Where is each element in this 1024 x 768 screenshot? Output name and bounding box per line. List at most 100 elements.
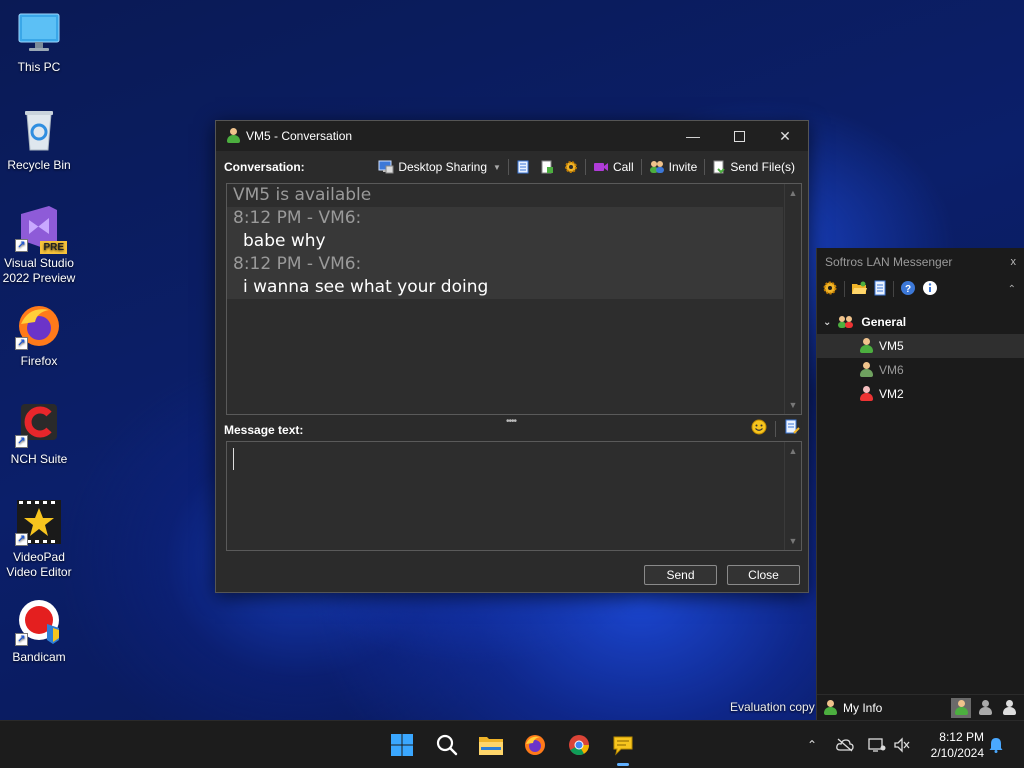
chrome-taskbar-button[interactable] (563, 729, 595, 761)
contact-vm5[interactable]: VM5 (817, 334, 1024, 358)
contact-vm6[interactable]: VM6 (817, 358, 1024, 382)
group-general[interactable]: ⌄ General (817, 310, 1024, 334)
desktop-icon-firefox[interactable]: ↗ Firefox (2, 302, 76, 369)
message-header: 8:12 PM - VM6: (233, 254, 362, 274)
chevron-up-icon[interactable]: ⌃ (1008, 284, 1016, 295)
status-online-button[interactable] (951, 697, 971, 718)
window-title: VM5 - Conversation (246, 129, 353, 143)
history-icon (517, 160, 529, 174)
close-window-button[interactable]: ✕ (762, 121, 808, 151)
open-folder-button[interactable] (851, 280, 867, 299)
visual-studio-icon: PRE ↗ (15, 204, 67, 254)
splitter-handle[interactable]: •••• (506, 416, 517, 427)
maximize-button[interactable] (716, 121, 762, 151)
away-user-icon (859, 362, 873, 378)
status-offline-button[interactable] (999, 698, 1019, 718)
search-button[interactable] (431, 729, 463, 761)
gear-icon (823, 281, 837, 294)
cloud-icon[interactable] (834, 735, 856, 755)
messenger-title: Softros LAN Messenger (825, 255, 953, 269)
group-icon (838, 316, 854, 328)
pre-badge: PRE (40, 241, 67, 254)
toolbar-separator (704, 159, 706, 175)
about-button[interactable] (922, 280, 938, 299)
conversation-history[interactable]: VM5 is available 8:12 PM - VM6: babe why… (226, 183, 802, 415)
messenger-toolbar: ? ⌃ (817, 276, 1024, 302)
shortcut-arrow-icon: ↗ (15, 633, 28, 646)
user-icon (226, 128, 240, 144)
toolbar-separator (584, 159, 586, 175)
settings-button[interactable] (822, 280, 838, 299)
desktop-icon-visual-studio[interactable]: PRE ↗ Visual Studio 2022 Preview (2, 204, 76, 286)
messenger-taskbar-button[interactable] (607, 729, 639, 766)
history-button[interactable] (873, 280, 887, 299)
network-icon[interactable] (866, 735, 888, 755)
desktop-sharing-label: Desktop Sharing (398, 160, 488, 174)
svg-text:?: ? (905, 284, 911, 295)
gear-icon (564, 161, 577, 173)
call-button[interactable]: Call (588, 160, 639, 174)
status-away-button[interactable] (975, 698, 995, 718)
desktop-icon-label: Firefox (20, 354, 58, 368)
send-files-button[interactable]: Send File(s) (707, 160, 800, 174)
history-button[interactable] (511, 160, 535, 174)
invite-button[interactable]: Invite (644, 160, 703, 174)
message-scrollbar[interactable]: ▲ ▼ (784, 442, 801, 550)
scroll-up-icon[interactable]: ▲ (788, 446, 798, 456)
invite-label: Invite (668, 160, 698, 174)
start-button[interactable] (386, 729, 418, 761)
away-user-icon (978, 699, 992, 716)
my-info-label: My Info (843, 700, 883, 715)
history-scrollbar[interactable]: ▲ ▼ (784, 184, 801, 414)
help-button[interactable]: ? (900, 280, 916, 299)
contact-vm2[interactable]: VM2 (817, 382, 1024, 406)
toolbar-separator (893, 281, 894, 297)
message-input-box[interactable]: ▲ ▼ (226, 441, 802, 551)
scroll-down-icon[interactable]: ▼ (788, 400, 798, 410)
system-clock[interactable]: 8:12 PM 2/10/2024 (922, 729, 984, 761)
emoticon-button[interactable] (751, 419, 767, 438)
messenger-titlebar[interactable]: Softros LAN Messenger x (817, 248, 1024, 276)
toolbar-separator (844, 281, 845, 297)
scroll-down-icon[interactable]: ▼ (788, 536, 798, 546)
conversation-label: Conversation: (224, 160, 305, 174)
desktop-icon-videopad[interactable]: ↗ VideoPad Video Editor (2, 498, 76, 580)
folder-icon (852, 281, 867, 294)
message-input[interactable] (227, 442, 785, 550)
chevron-down-icon[interactable]: ⌄ (823, 317, 831, 328)
desktop-icon-bandicam[interactable]: ↗ Bandicam (2, 598, 76, 665)
desktop-icon-recycle-bin[interactable]: Recycle Bin (2, 106, 76, 173)
file-explorer-icon (479, 737, 503, 755)
close-icon[interactable]: x (1011, 256, 1017, 268)
firefox-taskbar-button[interactable] (519, 729, 551, 761)
window-titlebar[interactable]: VM5 - Conversation — ✕ (216, 121, 808, 151)
send-button[interactable]: Send (644, 565, 717, 585)
desktop-icon-label: NCH Suite (10, 452, 68, 466)
settings-button[interactable] (559, 160, 583, 174)
desktop-icon-nch-suite[interactable]: ↗ NCH Suite (2, 400, 76, 467)
show-hidden-icons-button[interactable]: ⌃ (801, 735, 823, 755)
volume-muted-icon[interactable] (891, 735, 913, 755)
search-icon (436, 734, 458, 756)
nch-suite-icon: ↗ (15, 400, 63, 448)
firefox-icon (525, 735, 545, 755)
text-cursor (233, 448, 234, 470)
message-text: i wanna see what your doing (243, 277, 489, 297)
file-explorer-button[interactable] (475, 729, 507, 761)
my-info-button[interactable]: My Info (823, 699, 883, 716)
desktop-icon-this-pc[interactable]: This PC (2, 8, 76, 75)
send-file-icon (713, 160, 726, 174)
desktop-icon-label: Bandicam (12, 650, 66, 664)
availability-status: VM5 is available (233, 185, 372, 205)
format-button[interactable] (784, 419, 800, 438)
scroll-up-icon[interactable]: ▲ (788, 188, 798, 198)
save-conversation-button[interactable] (535, 160, 559, 174)
clock-date: 2/10/2024 (930, 746, 984, 760)
close-button[interactable]: Close (727, 565, 800, 585)
minimize-button[interactable]: — (670, 121, 716, 151)
desktop-sharing-button[interactable]: Desktop Sharing ▼ (373, 160, 506, 174)
notification-bell-icon[interactable] (985, 735, 1007, 755)
history-icon (874, 280, 886, 295)
info-icon (923, 280, 937, 295)
message-tools (751, 419, 800, 438)
